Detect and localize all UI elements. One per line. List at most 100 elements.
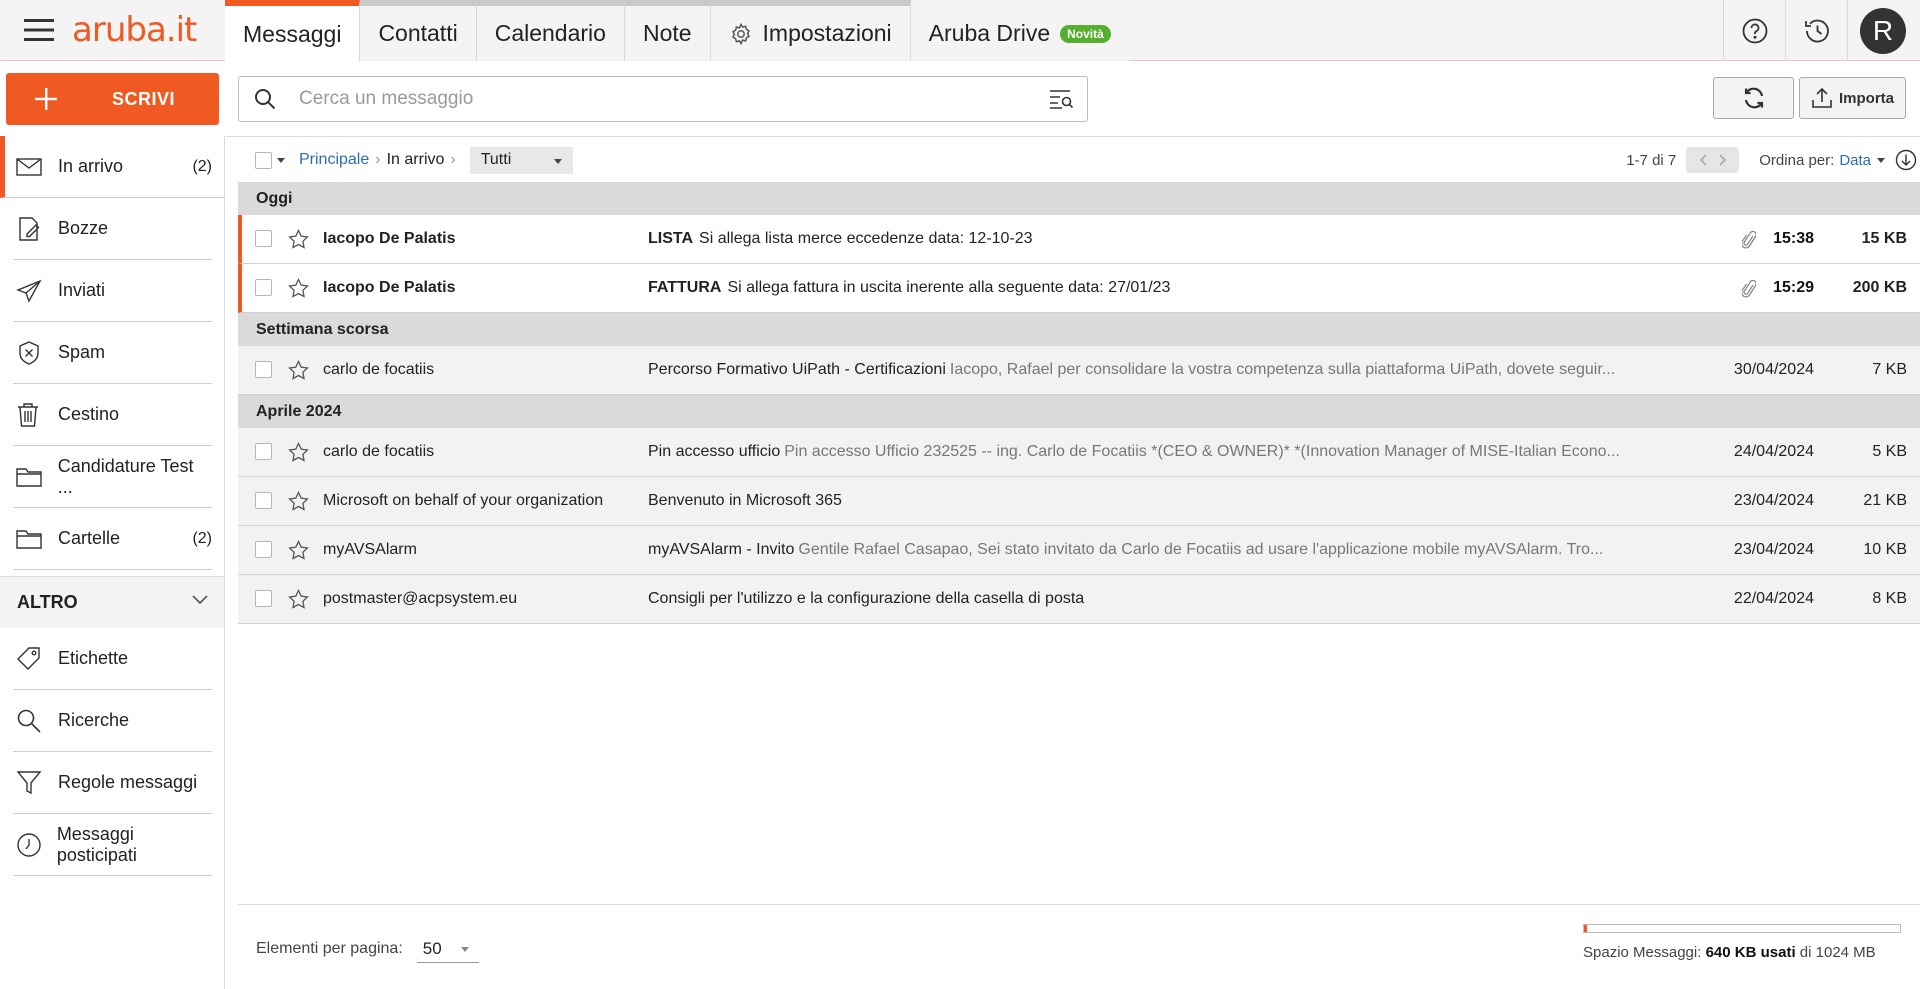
sort-select[interactable]: Data [1839, 152, 1871, 169]
star-icon[interactable] [288, 540, 309, 560]
tab-contatti[interactable]: Contatti [360, 0, 477, 61]
select-all-dropdown[interactable] [255, 151, 285, 169]
select-all-checkbox[interactable] [255, 151, 272, 169]
message-row[interactable]: myAVSAlarm myAVSAlarm - Invito Gentile Ra… [238, 526, 1920, 575]
main-tabs: Messaggi Contatti Calendario Note Impost… [225, 0, 1129, 62]
sidebar-item-regole[interactable]: Regole messaggi [13, 752, 212, 814]
clock-icon [16, 832, 43, 858]
message-sender: carlo de focatiis [323, 361, 435, 378]
message-subject: Consigli per l'utilizzo e la configurazi… [648, 590, 1648, 608]
aruba-logo[interactable]: aruba.it [72, 10, 197, 50]
top-bar: aruba.it Messaggi Contatti Calendario No… [0, 0, 1920, 62]
sort-direction-icon[interactable] [1895, 149, 1917, 171]
avatar-initial: R [1860, 7, 1906, 54]
message-subject: myAVSAlarm - Invito Gentile Rafael Casapa… [648, 541, 1648, 559]
subject-text: myAVSAlarm - Invito [648, 541, 795, 558]
sidebar-item-candidature[interactable]: Candidature Test ... [13, 446, 212, 508]
sidebar-item-cartelle[interactable]: Cartelle (2) [13, 508, 212, 570]
attachment-icon [1742, 230, 1756, 250]
sidebar-item-inviati[interactable]: Inviati [13, 260, 212, 322]
folder-icon [16, 528, 44, 550]
message-time: 15:38 [1773, 230, 1814, 247]
sidebar-item-spam[interactable]: Spam [13, 322, 212, 384]
advanced-search-icon[interactable] [1035, 88, 1087, 110]
quota-progress-fill [1584, 925, 1587, 932]
drafts-icon [16, 216, 44, 242]
avatar[interactable]: R [1847, 0, 1920, 61]
message-filter-select[interactable]: Tutti [469, 146, 573, 174]
message-sender: postmaster@acpsystem.eu [323, 590, 518, 607]
sidebar-item-label: In arrivo [58, 156, 124, 176]
new-badge: Novità [1060, 24, 1111, 43]
sidebar-item-cestino[interactable]: Cestino [13, 384, 212, 446]
altro-label: ALTRO [17, 592, 78, 612]
menu-icon[interactable] [22, 16, 56, 44]
unread-count: (2) [192, 157, 212, 175]
altro-section-toggle[interactable]: ALTRO [0, 576, 224, 628]
sidebar-item-in-arrivo[interactable]: In arrivo (2) [0, 136, 225, 198]
row-checkbox[interactable] [255, 279, 272, 296]
message-date: 23/04/2024 [1733, 492, 1814, 509]
search-icon [16, 708, 44, 734]
message-preview: Pin accesso Ufficio 232525 -- ing. Carlo… [784, 443, 1620, 460]
row-checkbox[interactable] [255, 590, 272, 607]
row-checkbox[interactable] [255, 541, 272, 558]
import-button[interactable]: Importa [1799, 77, 1906, 119]
next-page-icon[interactable] [1718, 154, 1726, 166]
star-icon[interactable] [288, 229, 309, 249]
subject-text: Si allega lista merce eccedenze data: 12… [699, 230, 1033, 247]
spam-icon [16, 340, 44, 366]
tab-calendario[interactable]: Calendario [476, 0, 625, 61]
message-date: 24/04/2024 [1733, 443, 1814, 460]
message-row[interactable]: Microsoft on behalf of your organization… [238, 477, 1920, 526]
per-page-label: Elementi per pagina: [256, 940, 403, 957]
tab-impostazioni[interactable]: Impostazioni [710, 0, 911, 61]
message-row[interactable]: carlo de focatiis Percorso Formativo UiP… [238, 346, 1920, 395]
message-size: 21 KB [1863, 492, 1907, 509]
sidebar-item-etichette[interactable]: Etichette [13, 628, 212, 690]
subject-text: Percorso Formativo UiPath - Certificazio… [648, 361, 946, 378]
tab-messaggi[interactable]: Messaggi [225, 0, 361, 62]
history-icon[interactable] [1785, 0, 1847, 61]
row-checkbox[interactable] [255, 230, 272, 247]
sort-label: Ordina per: [1759, 151, 1835, 169]
sidebar-item-posticipati[interactable]: Messaggi posticipati [13, 814, 212, 876]
search-icon[interactable] [239, 87, 291, 111]
compose-button[interactable]: SCRIVI [6, 73, 219, 125]
message-sender: carlo de focatiis [323, 443, 435, 460]
message-row[interactable]: carlo de focatiis Pin accesso ufficio Pin… [238, 428, 1920, 477]
breadcrumb-root[interactable]: Principale [299, 151, 369, 169]
tab-note[interactable]: Note [624, 0, 711, 61]
list-toolbar: Principale › In arrivo › Tutti 1-7 di 7 … [238, 145, 1920, 175]
sidebar-item-label: Ricerche [58, 710, 130, 730]
quota-prefix: Spazio Messaggi: [1583, 944, 1702, 961]
star-icon[interactable] [288, 491, 309, 511]
sidebar-item-bozze[interactable]: Bozze [13, 198, 212, 260]
prev-page-icon[interactable] [1700, 154, 1708, 166]
per-page-select[interactable]: 50 [416, 935, 479, 963]
import-label: Importa [1838, 89, 1894, 107]
sidebar-item-ricerche[interactable]: Ricerche [13, 690, 212, 752]
row-checkbox[interactable] [255, 443, 272, 460]
star-icon[interactable] [288, 589, 309, 609]
folder-count: (2) [192, 529, 212, 547]
refresh-button[interactable] [1713, 77, 1794, 119]
star-icon[interactable] [288, 360, 309, 380]
group-header: Settimana scorsa [238, 313, 1920, 346]
row-checkbox[interactable] [255, 361, 272, 378]
breadcrumb-separator-icon: › [450, 151, 456, 168]
star-icon[interactable] [288, 278, 309, 298]
message-row[interactable]: Iacopo De Palatis LISTA Si allega lista m… [238, 215, 1920, 264]
message-sender: myAVSAlarm [323, 541, 417, 558]
message-row[interactable]: Iacopo De Palatis FATTURA Si allega fattu… [238, 264, 1920, 313]
search-input[interactable] [299, 88, 1035, 110]
star-icon[interactable] [288, 442, 309, 462]
search-box [238, 76, 1088, 122]
caret-down-icon [553, 158, 562, 164]
row-checkbox[interactable] [255, 492, 272, 509]
footer-divider [238, 904, 1920, 905]
help-icon[interactable] [1723, 0, 1785, 61]
tab-aruba-drive[interactable]: Aruba Drive Novità [910, 0, 1129, 61]
message-row[interactable]: postmaster@acpsystem.eu Consigli per l'u… [238, 575, 1920, 624]
filter-icon [16, 770, 44, 796]
